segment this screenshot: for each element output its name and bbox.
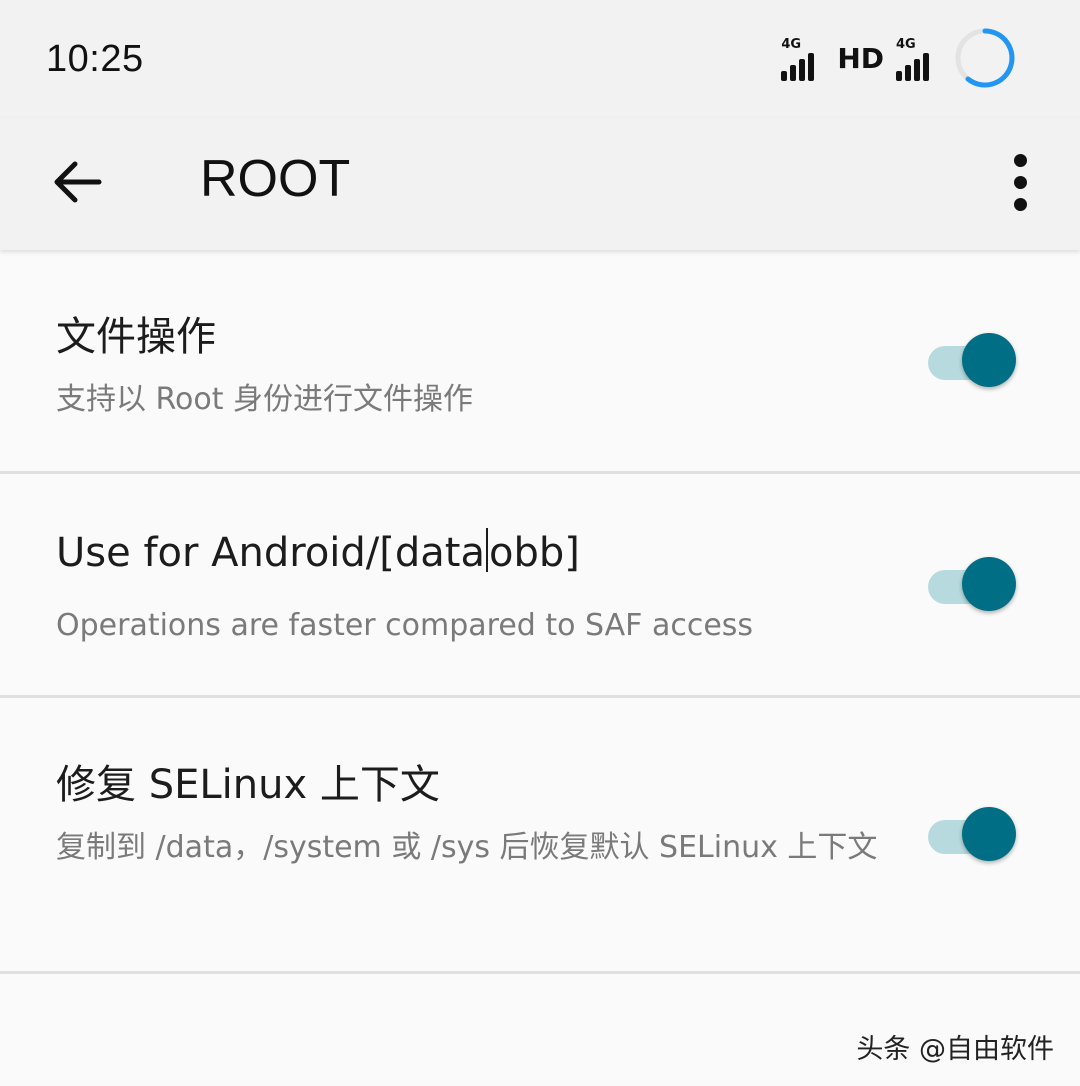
setting-title: 修复 SELinux 上下文 <box>56 762 440 808</box>
file-operations-toggle[interactable] <box>928 332 1018 392</box>
signal-icon: 4G <box>781 35 825 81</box>
setting-title-part: obb] <box>488 530 580 576</box>
setting-title: Use for Android/[data obb] <box>56 528 580 576</box>
selinux-context-toggle[interactable] <box>928 806 1018 866</box>
setting-row-android-data-obb[interactable]: Use for Android/[data obb] Operations are… <box>0 474 1080 698</box>
signal-icon: 4G <box>896 35 940 81</box>
signal-network-label: 4G <box>896 37 916 52</box>
setting-title-part: Use for Android/[data <box>56 530 485 576</box>
page-title: ROOT <box>200 150 351 208</box>
hd-voice-icon: HD <box>837 41 884 75</box>
arrow-back-icon <box>54 161 102 203</box>
setting-subtitle: 复制到 /data，/system 或 /sys 后恢复默认 SELinux 上… <box>56 830 878 865</box>
more-vert-icon <box>1013 153 1027 167</box>
loading-indicator-icon <box>955 28 1015 88</box>
setting-subtitle: 支持以 Root 身份进行文件操作 <box>56 382 474 417</box>
setting-row-selinux-context[interactable]: 修复 SELinux 上下文 复制到 /data，/system 或 /sys … <box>0 698 1080 974</box>
signal-network-label: 4G <box>781 37 802 52</box>
status-time: 10:25 <box>46 38 144 80</box>
screen: 10:25 4G HD 4G ROOT 文件操作 支持以 Root 身份进行文件… <box>0 0 1080 1086</box>
setting-subtitle: Operations are faster compared to SAF ac… <box>56 608 754 643</box>
app-bar: ROOT <box>0 118 1080 250</box>
setting-title: 文件操作 <box>56 314 216 360</box>
setting-row-file-operations[interactable]: 文件操作 支持以 Root 身份进行文件操作 <box>0 250 1080 474</box>
status-bar: 10:25 4G HD 4G <box>0 0 1080 118</box>
status-icons: 4G HD 4G <box>781 26 1016 90</box>
text-cursor <box>485 528 488 572</box>
back-button[interactable] <box>40 144 116 220</box>
settings-list: 文件操作 支持以 Root 身份进行文件操作 Use for Android/[… <box>0 250 1080 974</box>
watermark: 头条 @自由软件 <box>856 1034 1054 1065</box>
more-options-button[interactable] <box>998 142 1042 222</box>
android-data-obb-toggle[interactable] <box>928 556 1018 616</box>
